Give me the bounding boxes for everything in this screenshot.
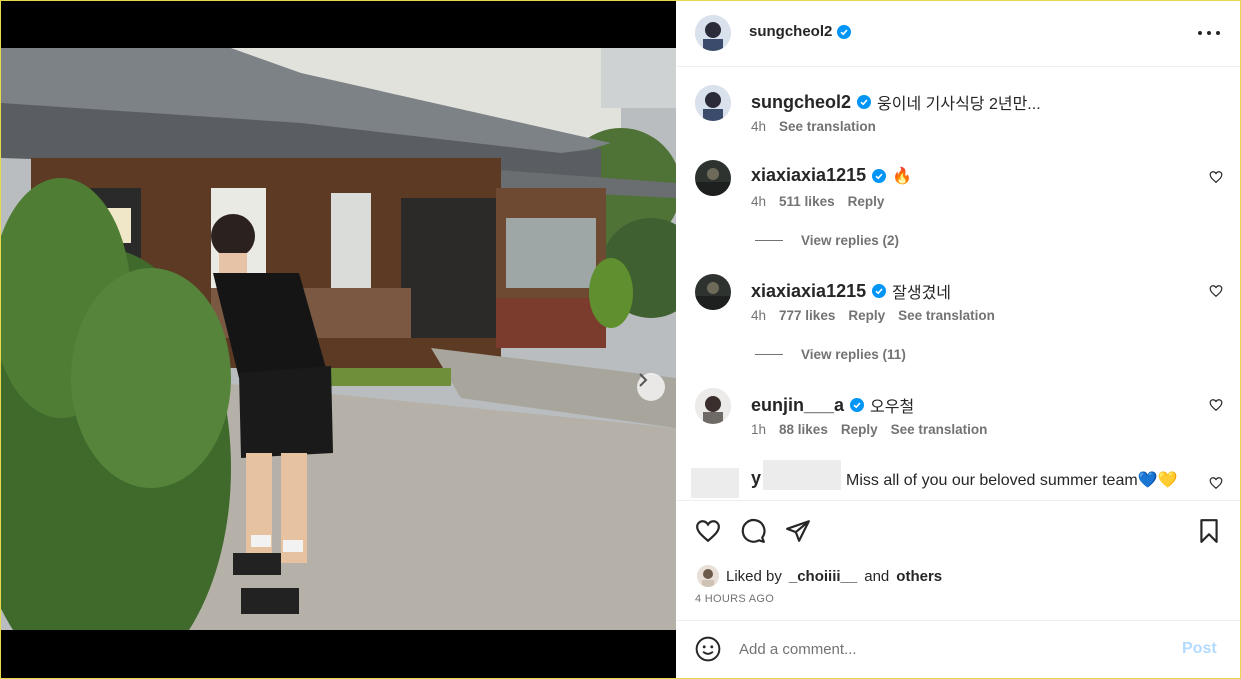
comment-likes[interactable]: 511 likes <box>779 194 835 209</box>
post-actions: Liked by _choiiii__ and others 4 HOURS A… <box>677 500 1240 620</box>
comment-time: 4h <box>751 308 767 323</box>
save-bookmark-icon[interactable] <box>1196 518 1222 544</box>
verified-badge-icon <box>872 168 887 183</box>
comment-text: 오우철 <box>870 399 915 416</box>
verified-badge-icon <box>872 284 887 298</box>
author-name[interactable]: sungcheol2 <box>749 23 852 40</box>
commenter-avatar[interactable] <box>695 160 731 196</box>
emoji-icon[interactable] <box>695 636 721 662</box>
view-replies-label[interactable]: View replies (11) <box>801 347 906 362</box>
post-media <box>1 1 676 678</box>
author-avatar[interactable] <box>695 85 731 121</box>
view-replies-button[interactable]: View replies (2) <box>755 233 899 248</box>
commenter-username[interactable]: eunjin___a <box>751 395 844 416</box>
commenter-avatar[interactable] <box>695 274 731 310</box>
liked-by-prefix: Liked by <box>726 567 782 585</box>
post-header: sungcheol2 <box>677 1 1240 67</box>
caption-username[interactable]: sungcheol2 <box>751 92 851 113</box>
verified-badge-icon <box>850 398 865 412</box>
photo-illustration <box>1 48 676 630</box>
caption-text: 웅이네 기사식당 2년만... <box>877 96 1041 113</box>
reply-button[interactable]: Reply <box>848 194 885 209</box>
liked-by-and: and <box>864 567 890 585</box>
comment-text: Miss all of you our beloved summer team💙… <box>846 472 1178 489</box>
post-photo[interactable] <box>1 48 676 630</box>
like-comment-heart-icon[interactable] <box>1209 170 1223 184</box>
view-replies-label[interactable]: View replies (2) <box>801 233 899 248</box>
comment-input[interactable] <box>739 635 1159 663</box>
commenter-avatar[interactable] <box>695 388 731 424</box>
share-send-icon[interactable] <box>785 518 811 544</box>
liker-avatar[interactable] <box>697 565 719 587</box>
comment-text: 🔥 <box>892 167 913 185</box>
comment-likes[interactable]: 777 likes <box>779 308 835 323</box>
like-comment-heart-icon[interactable] <box>1209 284 1223 298</box>
view-replies-button[interactable]: View replies (11) <box>755 347 906 362</box>
verified-badge-icon <box>837 24 852 39</box>
post-time-ago[interactable]: 4 HOURS AGO <box>695 593 774 605</box>
redacted-avatar <box>691 468 739 498</box>
liked-by-others[interactable]: others <box>896 568 942 585</box>
commenter-username[interactable]: y <box>751 468 761 489</box>
more-options-button[interactable] <box>1198 23 1220 43</box>
redacted-username <box>763 460 841 490</box>
divider-line <box>755 354 783 355</box>
add-comment-bar: Post <box>677 620 1240 678</box>
like-heart-icon[interactable] <box>695 518 721 544</box>
reply-button[interactable]: Reply <box>848 308 885 323</box>
see-translation-link[interactable]: See translation <box>898 308 995 323</box>
liked-by-user[interactable]: _choiiii__ <box>789 568 857 585</box>
like-comment-heart-icon[interactable] <box>1209 476 1223 490</box>
like-comment-heart-icon[interactable] <box>1209 398 1223 412</box>
caption-time: 4h <box>751 119 767 134</box>
reply-button[interactable]: Reply <box>841 422 878 437</box>
post-comment-button[interactable]: Post <box>1182 640 1217 658</box>
comment-time: 1h <box>751 422 767 437</box>
verified-badge-icon <box>857 95 872 109</box>
author-avatar[interactable] <box>695 15 731 51</box>
comment-time: 4h <box>751 194 767 209</box>
next-photo-button[interactable] <box>637 373 665 401</box>
see-translation-link[interactable]: See translation <box>779 119 876 134</box>
liked-by-summary: Liked by _choiiii__ and others <box>697 565 942 587</box>
divider-line <box>755 240 783 241</box>
comment-bubble-icon[interactable] <box>740 518 766 544</box>
more-horizontal-icon <box>1198 31 1202 35</box>
commenter-username[interactable]: xiaxiaxia1215 <box>751 165 866 186</box>
comment-likes[interactable]: 88 likes <box>779 422 828 437</box>
chevron-right-icon <box>639 373 648 387</box>
comments-section: sungcheol2 웅이네 기사식당 2년만... 4h See transl… <box>677 68 1240 500</box>
commenter-username[interactable]: xiaxiaxia1215 <box>751 281 866 302</box>
post-side-panel: sungcheol2 sungcheol2 웅이네 기사식당 2년만... 4h <box>677 1 1240 678</box>
comment-text: 잘생겼네 <box>892 285 952 302</box>
see-translation-link[interactable]: See translation <box>891 422 988 437</box>
author-username[interactable]: sungcheol2 <box>749 23 832 40</box>
